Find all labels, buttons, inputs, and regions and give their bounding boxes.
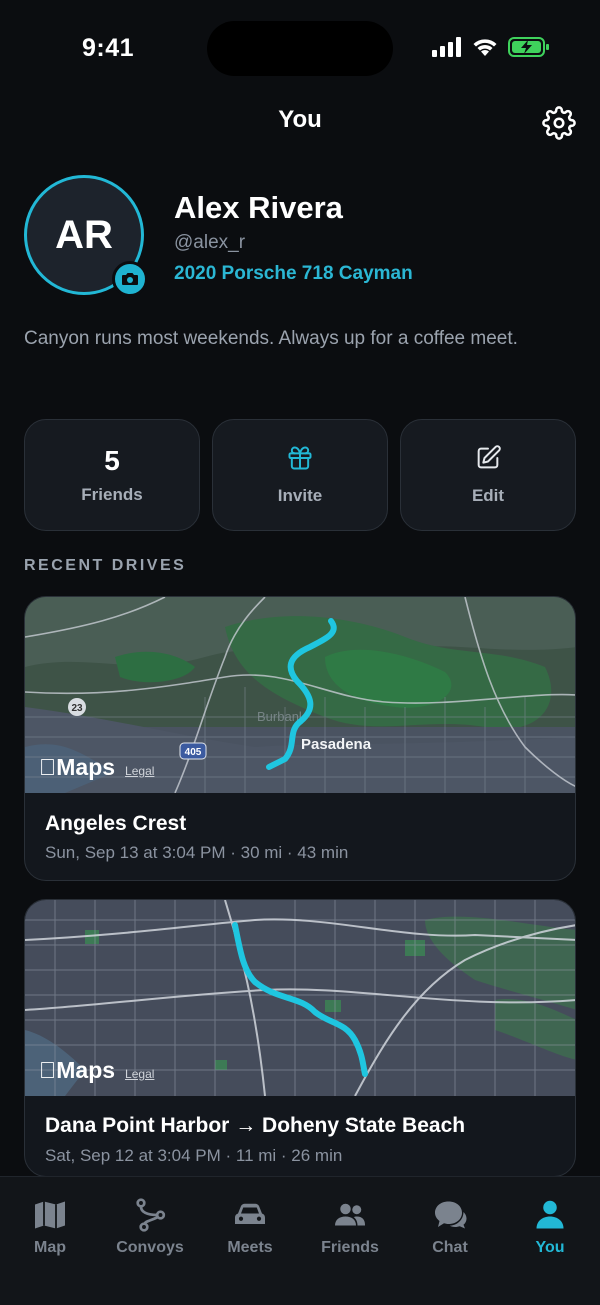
maps-attribution: Maps Legal [39,754,154,781]
edit-icon [477,445,501,469]
legal-link[interactable]: Legal [125,764,154,778]
edit-profile-button[interactable]: Edit [400,419,576,531]
drive-card[interactable]: Maps Legal Dana Point Harbor → Doheny S… [24,899,576,1177]
chat-icon [435,1201,467,1229]
legal-link[interactable]: Legal [125,1067,154,1081]
change-photo-button[interactable] [112,261,148,297]
map-icon [35,1201,65,1229]
person-icon [536,1200,564,1229]
route-icon [136,1198,166,1232]
wifi-icon [473,39,497,56]
profile-handle: @alex_r [174,232,246,253]
friends-label: Friends [81,485,143,504]
drive-card[interactable]: 23 405 Burbank Pasadena Maps Legal Ange… [24,596,576,881]
tab-label: You [535,1239,565,1256]
map-shield-23: 23 [71,703,83,714]
invite-button[interactable]: Invite [212,419,388,531]
camera-icon [122,273,138,285]
profile-name: Alex Rivera [174,190,343,225]
tab-friends[interactable]: Friends [300,1177,400,1257]
friends-count: 5 [104,445,120,476]
signal-icon [432,37,461,57]
status-time: 9:41 [82,34,135,62]
battery-icon [508,37,549,57]
friends-count-button[interactable]: 5 Friends [24,419,200,531]
profile-car[interactable]: 2020 Porsche 718 Cayman [174,263,413,285]
drive-meta: Sun, Sep 13 at 3:04 PM · 30 mi · 43 min [45,843,349,862]
invite-label: Invite [277,486,323,505]
tab-meets[interactable]: Meets [200,1177,300,1257]
tab-label: Friends [321,1239,379,1256]
page-header: You [0,96,600,148]
drive-title: Angeles Crest [45,812,187,835]
status-icons [432,36,550,58]
tab-map[interactable]: Map [0,1177,100,1257]
tab-you[interactable]: You [500,1177,600,1257]
maps-logo: Maps [39,1057,115,1083]
profile-actions: 5 Friends Invite Edit [24,419,576,531]
tab-label: Map [34,1239,66,1256]
map-shield-405: 405 [185,747,202,758]
settings-gear-icon[interactable] [542,106,576,140]
section-title-recent-drives: RECENT DRIVES [24,557,187,574]
maps-logo: Maps [39,754,115,780]
profile-bio: Canyon runs most weekends. Always up for… [24,328,518,349]
drive-title: Dana Point Harbor → Doheny State Beach [45,1114,466,1137]
tab-label: Meets [227,1239,273,1256]
drive-meta: Sat, Sep 12 at 3:04 PM · 11 mi · 26 min [45,1146,343,1165]
avatar[interactable]: AR [24,175,150,301]
status-bar: 9:41 [0,0,600,96]
tab-bar: Map Convoys Meets Friends Chat You [0,1176,600,1305]
route-map: Maps Legal [25,900,575,1096]
tab-label: Chat [432,1239,468,1256]
page-title: You [278,106,322,133]
gift-icon [288,446,312,470]
tab-convoys[interactable]: Convoys [100,1177,200,1257]
people-icon [335,1203,365,1226]
maps-attribution: Maps Legal [39,1057,154,1084]
map-label-city: Pasadena [301,736,372,753]
tab-chat[interactable]: Chat [400,1177,500,1257]
tab-label: Convoys [116,1239,184,1256]
car-icon [235,1203,265,1224]
route-map: 23 405 Burbank Pasadena Maps Legal [25,597,575,793]
dynamic-island [207,21,393,76]
edit-label: Edit [471,486,505,505]
